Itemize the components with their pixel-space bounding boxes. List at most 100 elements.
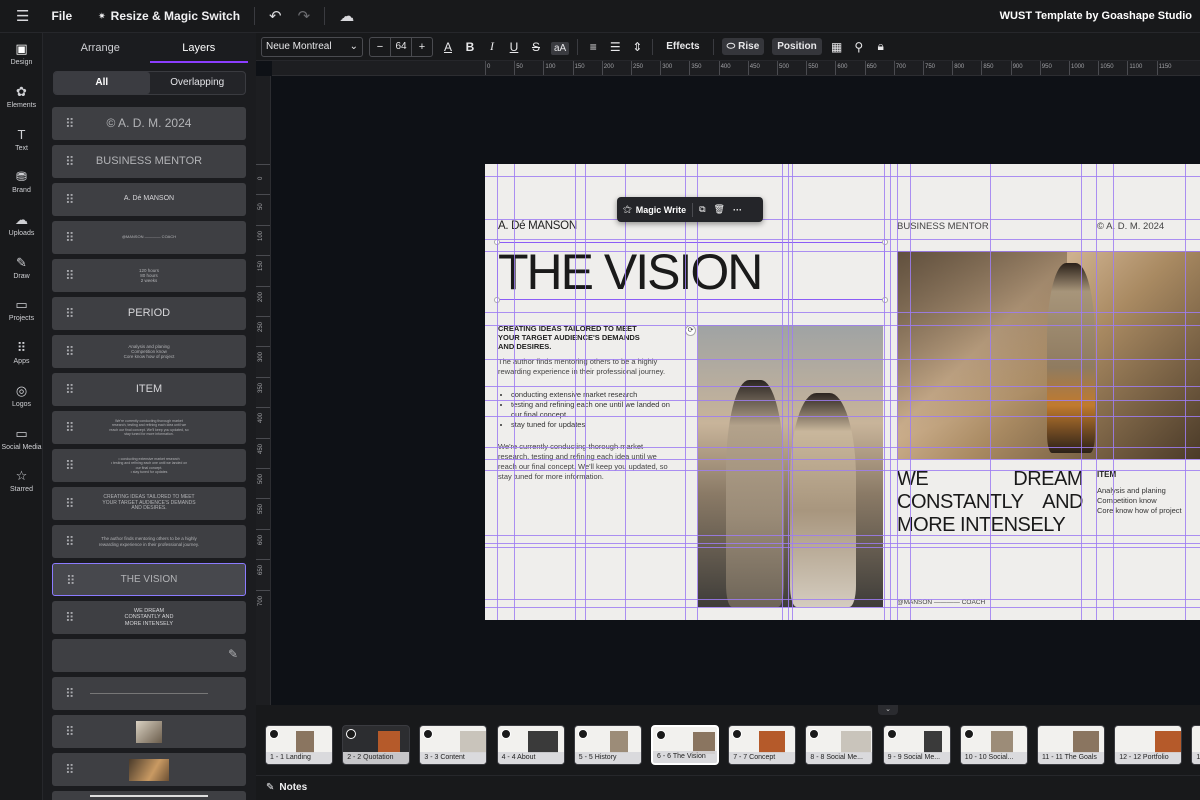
page-thumbnail[interactable]: 1 - 1 Landing xyxy=(265,725,333,765)
drag-handle-icon[interactable]: ⠿ xyxy=(65,155,75,168)
layer-item[interactable]: ⠿ © A. D. M. 2024 xyxy=(52,107,246,140)
transparency-icon[interactable]: ▦ xyxy=(830,40,844,54)
rotate-handle-icon[interactable]: ⟳ xyxy=(685,325,696,336)
font-size-stepper[interactable]: − 64 + xyxy=(369,36,433,57)
rail-item-design[interactable]: ▣ Design xyxy=(0,33,43,76)
drag-handle-icon[interactable]: ⠿ xyxy=(65,763,75,776)
spacing-icon[interactable]: ⇕ xyxy=(630,40,644,54)
filter-overlapping-button[interactable]: Overlapping xyxy=(150,72,246,94)
document-title[interactable]: WUST Template by Goashape Studio xyxy=(1000,0,1192,33)
notes-bar[interactable]: ✎ Notes xyxy=(256,775,1200,800)
rail-item-apps[interactable]: ⠿ Apps xyxy=(0,332,43,375)
layer-item[interactable]: ⠿ • conducting extensive market research … xyxy=(52,449,246,482)
page-thumbnail[interactable]: 9 - 9 Social Me... xyxy=(882,725,951,765)
page-thumbnail[interactable]: 10 - 10 Social... xyxy=(959,725,1028,765)
page-thumbnail[interactable]: 3 - 3 Content xyxy=(419,725,488,765)
bullet-list-icon[interactable]: ☰ xyxy=(608,40,622,54)
duplicate-icon[interactable]: ⧉ xyxy=(693,204,711,215)
layer-item[interactable]: ⠿ 120 hours 80 hours 2 weeks xyxy=(52,259,246,292)
page-thumbnail[interactable]: 13 xyxy=(1191,725,1200,765)
rail-item-brand[interactable]: ⛃ Brand xyxy=(0,161,43,204)
drag-handle-icon[interactable]: ⠿ xyxy=(65,687,75,700)
drag-handle-icon[interactable]: ⠿ xyxy=(65,383,75,396)
layer-item[interactable]: ⠿ PERIOD xyxy=(52,297,246,330)
drag-handle-icon[interactable]: ⠿ xyxy=(65,117,75,130)
drag-handle-icon[interactable]: ⠿ xyxy=(65,307,75,320)
letter-case-icon[interactable]: aA xyxy=(551,40,570,55)
drag-handle-icon[interactable]: ⠿ xyxy=(65,345,75,358)
menu-icon[interactable]: ☰ xyxy=(0,0,43,33)
layer-item[interactable]: ⠿ @MANSON ———— COACH xyxy=(52,221,246,254)
layer-item-image[interactable]: ⠿ xyxy=(52,753,246,786)
drag-handle-icon[interactable]: ⠿ xyxy=(65,725,75,738)
walking-woman-photo[interactable] xyxy=(897,251,1200,459)
page-thumbnail[interactable]: 11 - 11 The Goals xyxy=(1037,725,1105,765)
page-thumbnail[interactable]: 4 - 4 About xyxy=(496,725,565,765)
font-family-select[interactable]: Neue Montreal ⌄ xyxy=(261,36,363,57)
heading-block[interactable]: CREATING IDEAS TAILORED TO MEET YOUR TAR… xyxy=(498,324,640,351)
rail-item-text[interactable]: T Text xyxy=(0,118,43,161)
layer-item-line[interactable]: ⠿ xyxy=(52,677,246,710)
drag-handle-icon[interactable]: ⠿ xyxy=(65,535,75,548)
drag-handle-icon[interactable]: ⠿ xyxy=(65,459,75,472)
drag-handle-icon[interactable]: ⠿ xyxy=(65,421,75,434)
paint-format-icon[interactable]: ⚲ xyxy=(852,40,866,54)
canvas-area[interactable]: A. Dé MANSON THE VISION ⟳ BUSINESS MENTO… xyxy=(272,76,1200,705)
resize-handle[interactable] xyxy=(882,297,888,303)
page-thumbnail[interactable]: 8 - 8 Social Me... xyxy=(805,725,874,765)
collapse-chevron-icon[interactable]: ⌄ xyxy=(878,705,898,715)
drag-handle-icon[interactable]: ⠿ xyxy=(65,611,75,624)
rail-item-draw[interactable]: ✎ Draw xyxy=(0,246,43,289)
redo-icon[interactable]: ↷ xyxy=(290,0,319,33)
layer-item[interactable]: ⠿ Analysis and planing Competition know C… xyxy=(52,335,246,368)
text-color-icon[interactable]: A xyxy=(441,40,455,54)
layer-item-empty[interactable]: ✎ xyxy=(52,639,246,672)
resize-magic-switch-button[interactable]: ✷ Resize & Magic Switch xyxy=(80,0,248,33)
italic-icon[interactable]: I xyxy=(485,39,499,54)
more-options-icon[interactable]: ··· xyxy=(727,205,748,215)
page-thumbnail[interactable]: 7 - 7 Concept xyxy=(728,725,797,765)
layer-item[interactable]: ⠿ THE VISION xyxy=(52,563,246,596)
cloud-save-icon[interactable]: ☁ xyxy=(331,0,362,33)
drag-handle-icon[interactable]: ⠿ xyxy=(65,193,75,206)
layer-item[interactable]: ⠿ BUSINESS MENTOR xyxy=(52,145,246,178)
author-name[interactable]: A. Dé MANSON xyxy=(498,220,577,232)
tab-layers[interactable]: Layers xyxy=(149,33,248,63)
rail-item-projects[interactable]: ▭ Projects xyxy=(0,289,43,332)
layer-item[interactable]: ⠿ We're currently conducting thorough mar… xyxy=(52,411,246,444)
rail-item-starred[interactable]: ☆ Starred xyxy=(0,460,43,503)
layer-item[interactable]: ⠿ A. Dé MANSON xyxy=(52,183,246,216)
slide-page[interactable]: A. Dé MANSON THE VISION ⟳ BUSINESS MENTO… xyxy=(485,164,1200,620)
decrease-size-button[interactable]: − xyxy=(370,38,390,56)
font-size-value[interactable]: 64 xyxy=(390,37,412,56)
intro-paragraph[interactable]: The author finds mentoring others to be … xyxy=(498,357,665,377)
tab-arrange[interactable]: Arrange xyxy=(51,33,150,63)
drag-handle-icon[interactable]: ⠿ xyxy=(65,269,75,282)
lock-icon[interactable]: 🔒︎ xyxy=(874,39,888,54)
animate-button[interactable]: ⬭ Rise xyxy=(721,38,765,55)
strikethrough-icon[interactable]: S xyxy=(529,40,543,54)
rail-item-social-media[interactable]: ▭ Social Media xyxy=(0,417,43,460)
delete-icon[interactable]: 🗑︎ xyxy=(712,204,727,215)
file-menu[interactable]: File xyxy=(43,0,80,33)
rail-item-uploads[interactable]: ☁ Uploads xyxy=(0,204,43,247)
two-women-photo[interactable] xyxy=(698,325,883,607)
rail-item-logos[interactable]: ◎ Logos xyxy=(0,375,43,418)
page-thumbnail[interactable]: 2 - 2 Quotation xyxy=(342,725,411,765)
research-paragraph[interactable]: We're currently conducting thorough mark… xyxy=(498,442,668,482)
bullet-list[interactable]: conducting extensive market research tes… xyxy=(511,390,670,430)
page-thumbnail[interactable]: 12 - 12 Portfolio xyxy=(1114,725,1183,765)
layer-item-image[interactable]: ⠿ xyxy=(52,715,246,748)
drag-handle-icon[interactable]: ⠿ xyxy=(66,574,76,587)
undo-icon[interactable]: ↶ xyxy=(261,0,290,33)
layer-item[interactable]: ⠿ WE DREAM CONSTANTLY AND MORE INTENSELY xyxy=(52,601,246,634)
rail-item-elements[interactable]: ✿ Elements xyxy=(0,76,43,119)
align-left-icon[interactable]: ≡ xyxy=(586,40,600,54)
drag-handle-icon[interactable]: ⠿ xyxy=(65,231,75,244)
page-thumbnail[interactable]: 5 - 5 History xyxy=(573,725,642,765)
filter-all-button[interactable]: All xyxy=(54,72,150,94)
position-button[interactable]: Position xyxy=(772,38,822,55)
layer-item[interactable]: ⠿ The author finds mentoring others to be… xyxy=(52,525,246,558)
copyright-label[interactable]: © A. D. M. 2024 xyxy=(1097,221,1164,232)
item-list[interactable]: Analysis and planing Competition know Co… xyxy=(1097,486,1182,516)
